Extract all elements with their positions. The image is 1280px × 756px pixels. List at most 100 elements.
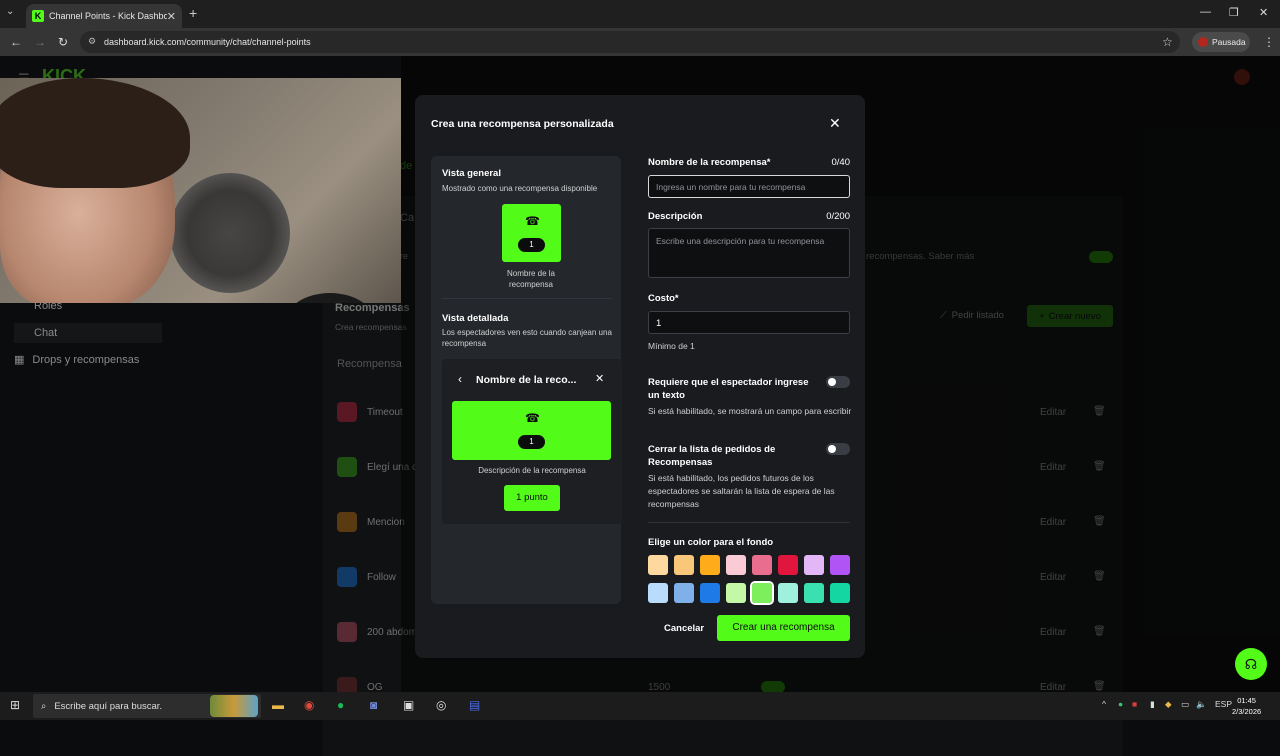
search-icon: ⌕: [41, 700, 47, 712]
tray-app-icon[interactable]: ■: [1132, 699, 1137, 709]
detail-title: Vista detallada: [442, 313, 509, 324]
minimize-icon[interactable]: —: [1200, 6, 1211, 18]
toggle-knob: [828, 445, 836, 453]
description-textarea[interactable]: Escribe una descripción para tu recompen…: [648, 228, 850, 278]
skip-queue-toggle[interactable]: [826, 443, 850, 455]
profile-button[interactable]: Pausada: [1192, 32, 1250, 52]
gift-icon: ▦: [14, 354, 25, 366]
color-swatch[interactable]: [700, 555, 720, 575]
tab-search-icon[interactable]: ⌄: [6, 6, 20, 20]
detail-description: Descripción de la recompensa: [478, 466, 586, 475]
color-swatch[interactable]: [778, 583, 798, 603]
reload-icon[interactable]: ↻: [58, 35, 68, 49]
color-swatch[interactable]: [700, 583, 720, 603]
site-info-icon[interactable]: ⚙: [88, 36, 96, 47]
detail-cost-badge: 1: [518, 435, 545, 449]
sidebar-item-chat[interactable]: Chat: [14, 323, 162, 343]
webcam-helmet: [285, 293, 375, 303]
skip-queue-help: Si está habilitado, los pedidos futuros …: [648, 473, 835, 509]
support-chat-button[interactable]: ☊: [1235, 648, 1267, 680]
detail-card-title: Nombre de la reco...: [476, 374, 577, 386]
bookmark-star-icon[interactable]: ☆: [1162, 35, 1173, 49]
detail-subtitle: Los espectadores ven esto cuando canjean…: [442, 328, 612, 348]
sidebar-item-drops[interactable]: ▦ Drops y recompensas: [14, 353, 139, 367]
form-divider: [648, 522, 850, 523]
cost-input[interactable]: 1: [648, 311, 850, 334]
reward-icon: [337, 402, 357, 422]
chrome-icon[interactable]: ◉: [304, 698, 314, 712]
spotify-icon[interactable]: ●: [337, 698, 344, 712]
new-tab-icon[interactable]: +: [189, 5, 197, 21]
overview-title: Vista general: [442, 168, 501, 179]
cost-help: Mínimo de 1: [648, 341, 695, 351]
search-highlight-image: [210, 695, 258, 717]
tray-chevron-icon[interactable]: ^: [1102, 699, 1106, 709]
window-close-icon[interactable]: ✕: [1259, 6, 1268, 19]
store-icon[interactable]: ▣: [403, 698, 414, 712]
reward-icon: [337, 567, 357, 587]
tile-cost-badge: 1: [518, 238, 545, 252]
color-swatch[interactable]: [648, 583, 668, 603]
require-text-help: Si está habilitado, se mostrará un campo…: [648, 406, 852, 416]
color-label: Elige un color para el fondo: [648, 537, 774, 548]
reward-icon: [337, 512, 357, 532]
profile-label: Pausada: [1212, 37, 1246, 47]
color-swatch[interactable]: [674, 583, 694, 603]
reward-name-input[interactable]: Ingresa un nombre para tu recompensa: [648, 175, 850, 198]
webcam-hair: [0, 78, 190, 188]
tray-app-icon[interactable]: ◆: [1165, 699, 1172, 710]
tab-close-icon[interactable]: ✕: [167, 10, 176, 23]
browser-menu-icon[interactable]: ⋮: [1263, 35, 1275, 49]
require-text-toggle[interactable]: [826, 376, 850, 388]
description-label: Descripción: [648, 211, 703, 222]
description-counter: 0/200: [826, 211, 850, 222]
browser-tab[interactable]: K Channel Points - Kick Dashboard ✕: [26, 4, 182, 28]
color-swatch[interactable]: [726, 583, 746, 603]
close-icon[interactable]: ✕: [829, 115, 841, 132]
tray-app-icon[interactable]: ▮: [1150, 699, 1155, 710]
color-swatch[interactable]: [726, 555, 746, 575]
color-swatch[interactable]: [674, 555, 694, 575]
network-icon[interactable]: ▭: [1181, 699, 1189, 710]
detail-reward-tile: ☎ 1: [452, 401, 611, 460]
cancel-button[interactable]: Cancelar: [664, 623, 704, 634]
tray-app-icon[interactable]: ●: [1118, 699, 1123, 709]
back-icon[interactable]: ←: [10, 35, 22, 49]
name-counter: 0/40: [831, 157, 851, 168]
gift-icon: ☎: [525, 214, 540, 228]
cost-label: Costo*: [648, 293, 679, 304]
skip-queue-label: Cerrar la lista de pedidos de Recompensa…: [648, 444, 776, 468]
windows-start-icon[interactable]: ⊞: [10, 698, 20, 712]
color-swatch[interactable]: [752, 555, 772, 575]
section-title: Recompensas: [335, 302, 410, 314]
color-swatch[interactable]: [778, 555, 798, 575]
require-text-label: Requiere que el espectador ingrese un te…: [648, 377, 809, 401]
create-reward-modal: Crea una recompensa personalizada ✕ Vist…: [415, 95, 865, 658]
color-swatch[interactable]: [648, 555, 668, 575]
overview-reward-tile: ☎ 1: [502, 204, 561, 262]
url-field[interactable]: ⚙ dashboard.kick.com/community/chat/chan…: [80, 31, 1180, 53]
app-icon[interactable]: ▤: [469, 698, 480, 712]
clock[interactable]: 01:45 2/3/2026: [1232, 695, 1261, 717]
language-indicator[interactable]: ESP: [1215, 699, 1232, 709]
chevron-left-icon[interactable]: ‹: [458, 372, 462, 386]
tab-title: Channel Points - Kick Dashboard: [49, 11, 167, 21]
close-icon[interactable]: ✕: [595, 372, 604, 385]
reward-icon: [337, 457, 357, 477]
color-swatch[interactable]: [830, 583, 850, 603]
webcam-fan: [170, 173, 290, 293]
color-swatch[interactable]: [830, 555, 850, 575]
forward-icon[interactable]: →: [34, 35, 46, 49]
redeem-button[interactable]: 1 punto: [504, 485, 560, 511]
volume-icon[interactable]: 🔈: [1196, 699, 1207, 710]
create-reward-button[interactable]: Crear una recompensa: [717, 615, 850, 641]
color-swatch[interactable]: [750, 581, 774, 605]
file-explorer-icon[interactable]: ▬: [272, 698, 284, 712]
obs-icon[interactable]: ◎: [436, 698, 446, 712]
color-swatch[interactable]: [804, 555, 824, 575]
color-swatch[interactable]: [804, 583, 824, 603]
discord-icon[interactable]: ◙: [370, 698, 377, 712]
overview-subtitle: Mostrado como una recompensa disponible: [442, 184, 598, 193]
restore-icon[interactable]: ❐: [1229, 6, 1239, 19]
windows-taskbar: ⊞ ⌕ Escribe aquí para buscar. ▬ ◉ ● ◙ ▣ …: [0, 692, 1280, 720]
